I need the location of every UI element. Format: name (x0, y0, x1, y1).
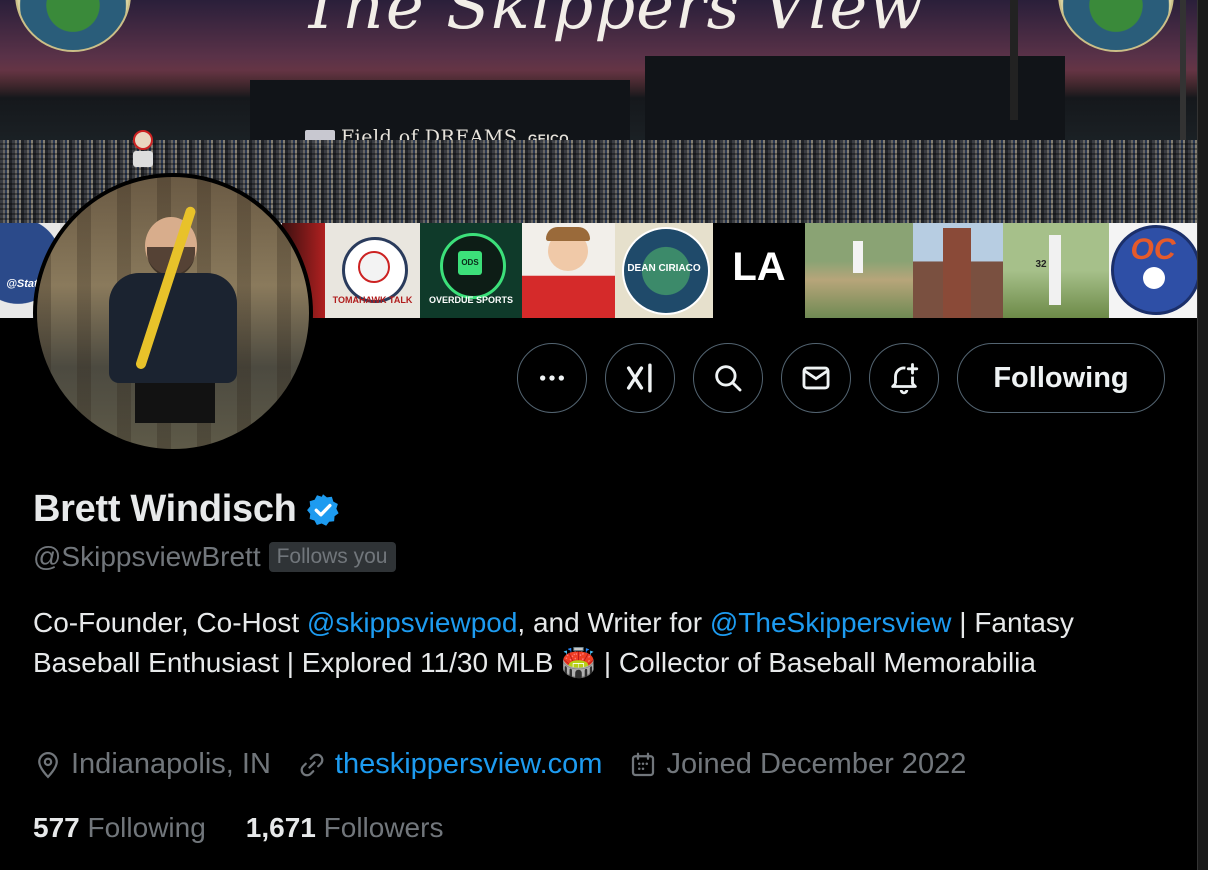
grok-button[interactable] (605, 343, 675, 413)
profile-name-text: Brett Windisch (33, 488, 297, 530)
player-number: 32 (1035, 259, 1047, 270)
following-count-label: Following (87, 812, 206, 843)
stadium-stand-right (645, 56, 1065, 140)
handle-row: @SkippsviewBrett Follows you (33, 541, 396, 573)
envelope-icon (802, 366, 830, 390)
followers-count-label: Followers (323, 812, 444, 843)
location-pin-icon (38, 751, 58, 778)
verified-badge-icon[interactable] (305, 492, 341, 528)
profile-bio: Co-Founder, Co-Host @skippsviewpod, and … (33, 603, 1163, 683)
location-text: Indianapolis, IN (71, 748, 271, 780)
profile-handle: @SkippsviewBrett (33, 541, 261, 572)
overdue-badge: ODS (458, 251, 482, 275)
strip-tile-oc: OC (1109, 223, 1197, 318)
profile-name: Brett Windisch (33, 488, 341, 531)
followers-count-link[interactable]: 1,671 Followers (246, 812, 444, 844)
strip-tile-overdue: ODS OVERDUE SPORTS (420, 223, 522, 318)
banner-logo-left (15, 0, 131, 52)
following-count: 577 (33, 812, 80, 843)
strip-tile-building (913, 223, 1003, 318)
grok-icon (626, 363, 652, 393)
more-icon (540, 375, 564, 381)
mascot-figure (132, 130, 154, 167)
location-item: Indianapolis, IN (33, 748, 271, 781)
joined-text: Joined December 2022 (666, 748, 967, 780)
follow-counts: 577 Following 1,671 Followers (33, 812, 483, 844)
following-count-link[interactable]: 577 Following (33, 812, 206, 844)
bio-text-4: | Collector of Baseball Memorabilia (596, 647, 1036, 678)
link-icon (300, 753, 324, 776)
search-icon (715, 365, 742, 392)
search-button[interactable] (693, 343, 763, 413)
bio-text-1: Co-Founder, Co-Host (33, 607, 307, 638)
stadium-emoji-icon: 🏟️ (561, 647, 597, 678)
message-button[interactable] (781, 343, 851, 413)
strip-tile-portrait (522, 223, 615, 318)
dean-label: DEAN CIRIACO (627, 263, 701, 274)
banner-logo-right (1058, 0, 1174, 52)
banner-title: The Skippers View (300, 0, 925, 44)
window-edge (1197, 0, 1208, 870)
notifications-button[interactable] (869, 343, 939, 413)
following-button[interactable]: Following (957, 343, 1165, 413)
more-button[interactable] (517, 343, 587, 413)
tomahawk-label: TOMAHAWK TALK (332, 295, 413, 305)
strip-tile-batter: 32 (1003, 223, 1109, 318)
calendar-icon (632, 752, 655, 776)
overdue-label: OVERDUE SPORTS (428, 295, 513, 305)
followers-count: 1,671 (245, 812, 316, 843)
bio-mention-theskippersview[interactable]: @TheSkippersview (710, 607, 952, 638)
joined-item: Joined December 2022 (628, 748, 966, 781)
website-item: theskippersview.com (297, 748, 603, 781)
light-tower-2 (1180, 0, 1186, 140)
strip-tile-dean: DEAN CIRIACO (615, 223, 713, 318)
profile-meta: Indianapolis, IN theskippersview.com Joi… (33, 748, 992, 781)
strip-tile-pitcher (805, 223, 913, 318)
strip-tile-tomahawk: TOMAHAWK TALK (325, 223, 420, 318)
bell-plus-icon (891, 363, 919, 395)
light-tower (1010, 0, 1018, 120)
follows-you-badge: Follows you (268, 542, 396, 572)
bio-mention-skippsviewpod[interactable]: @skippsviewpod (307, 607, 518, 638)
la-label: LA (732, 245, 786, 289)
la-logo: LA (713, 245, 805, 290)
oc-label: OC (1130, 233, 1176, 266)
website-link[interactable]: theskippersview.com (335, 748, 603, 781)
strip-tile-la: LA (713, 223, 805, 318)
profile-actions: Following (0, 343, 1208, 415)
bio-text-2: , and Writer for (517, 607, 710, 638)
